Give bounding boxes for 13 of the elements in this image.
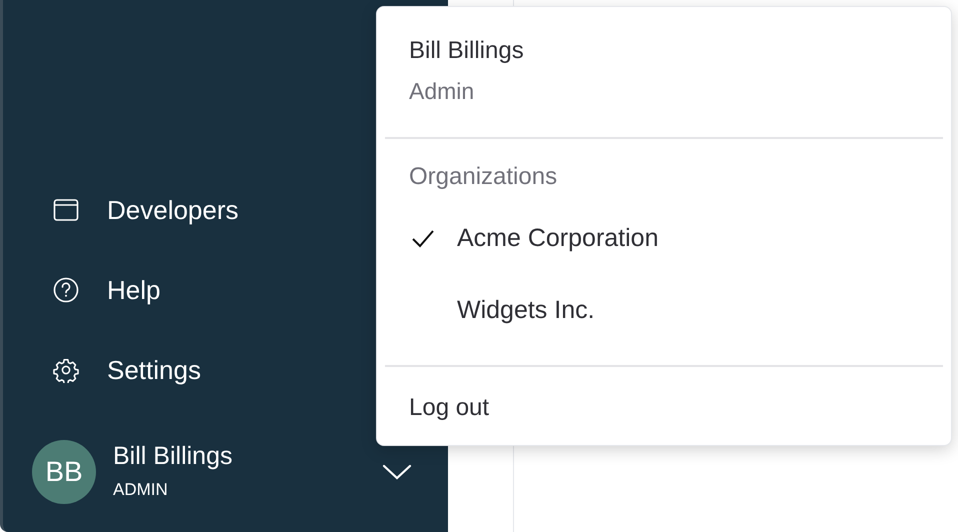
menu-user-name: Bill Billings	[409, 36, 525, 66]
user-avatar: BB	[32, 440, 96, 504]
chevron-down-icon[interactable]	[382, 464, 412, 480]
organization-menu-item[interactable]: Acme Corporation	[457, 220, 658, 258]
user-name: Bill Billings	[113, 441, 234, 472]
logout-menu-item[interactable]: Log out	[377, 367, 951, 425]
organization-menu-item[interactable]: Widgets Inc.	[457, 292, 595, 330]
section-heading: Organizations	[408, 162, 558, 192]
settings-icon	[53, 357, 79, 383]
browser-window-icon	[53, 198, 79, 222]
menu-user-role: Admin	[409, 77, 476, 106]
help-icon	[53, 277, 79, 303]
user-role: ADMIN	[113, 479, 169, 502]
